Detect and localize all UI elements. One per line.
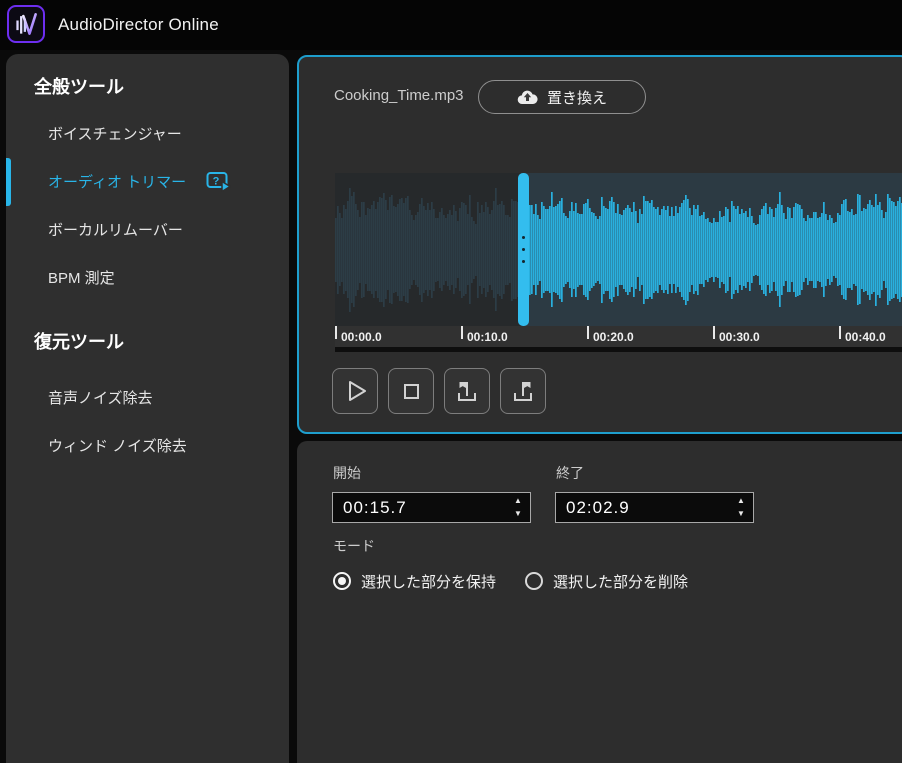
play-button[interactable] [332, 368, 378, 414]
sidebar-item-audio-trimmer[interactable]: オーディオ トリマー ? [6, 165, 289, 197]
ruler-tick [461, 326, 463, 339]
top-bar: AudioDirector Online [0, 0, 902, 50]
start-time-label: 開始 [333, 463, 361, 483]
end-time-field: ▲ ▼ [555, 492, 754, 523]
timeline-ruler: 00:00.0 00:10.0 00:20.0 00:30.0 00:40.0 [335, 326, 902, 347]
mark-in-icon [453, 377, 481, 405]
radio-selected-icon[interactable] [333, 572, 351, 590]
app-window: AudioDirector Online 全般ツール ボイスチェンジャー オーデ… [0, 0, 902, 763]
tutorial-video-icon[interactable]: ? [206, 171, 231, 192]
cloud-upload-icon [517, 89, 538, 105]
sidebar-item-voice-changer[interactable]: ボイスチェンジャー [6, 117, 289, 149]
spinner-down-icon[interactable]: ▼ [737, 510, 745, 518]
play-icon [341, 377, 369, 405]
start-time-input[interactable] [343, 493, 493, 522]
mode-option-delete[interactable]: 選択した部分を削除 [525, 570, 688, 592]
sidebar-item-vocal-remover[interactable]: ボーカルリムーバー [6, 213, 289, 245]
ruler-tick-label: 00:10.0 [467, 330, 508, 344]
mark-out-icon [509, 377, 537, 405]
mark-out-button[interactable] [500, 368, 546, 414]
file-name: Cooking_Time.mp3 [334, 87, 464, 104]
end-time-label: 終了 [556, 463, 584, 483]
trimmer-editor-panel: Cooking_Time.mp3 置き換え 00:00.000:10 [297, 55, 902, 434]
transport-controls [332, 368, 546, 414]
start-time-spinner: ▲ ▼ [510, 493, 526, 522]
app-logo-icon [7, 5, 45, 43]
ruler-tick [839, 326, 841, 339]
start-time-field: ▲ ▼ [332, 492, 531, 523]
trim-settings-panel: 開始 ▲ ▼ 終了 ▲ ▼ モード 選択した部分を保持 選択した部分を削除 [297, 441, 902, 763]
mode-option-keep[interactable]: 選択した部分を保持 [333, 570, 496, 592]
handle-grip-dot [522, 236, 525, 239]
sidebar-section-restore-tools: 復元ツール [6, 325, 289, 357]
handle-grip-dot [522, 260, 525, 263]
waveform-baseline [335, 347, 902, 352]
ruler-tick [335, 326, 337, 339]
radio-unselected-icon[interactable] [525, 572, 543, 590]
waveform-display[interactable] [335, 173, 902, 326]
trim-start-handle[interactable] [518, 173, 529, 326]
replace-file-button[interactable]: 置き換え [478, 80, 646, 114]
waveform-graph [335, 173, 902, 326]
ruler-tick-label: 00:40.0 [845, 330, 886, 344]
end-time-spinner: ▲ ▼ [733, 493, 749, 522]
spinner-up-icon[interactable]: ▲ [737, 497, 745, 505]
sidebar-section-general-tools: 全般ツール [6, 70, 289, 102]
sidebar-item-audio-denoise[interactable]: 音声ノイズ除去 [6, 381, 289, 413]
ruler-tick-label: 00:30.0 [719, 330, 760, 344]
waveform-widget: 00:00.0 00:10.0 00:20.0 00:30.0 00:40.0 [335, 173, 902, 352]
sidebar-item-wind-denoise[interactable]: ウィンド ノイズ除去 [6, 429, 289, 461]
svg-text:?: ? [213, 175, 220, 187]
end-time-input[interactable] [566, 493, 716, 522]
sidebar-item-bpm-measure[interactable]: BPM 測定 [6, 261, 289, 293]
sidebar: 全般ツール ボイスチェンジャー オーディオ トリマー ? ボーカルリムーバー B… [6, 54, 289, 763]
stop-icon [397, 377, 425, 405]
handle-grip-dot [522, 248, 525, 251]
ruler-tick-label: 00:00.0 [341, 330, 382, 344]
spinner-down-icon[interactable]: ▼ [514, 510, 522, 518]
ruler-tick [713, 326, 715, 339]
mode-label: モード [333, 536, 375, 556]
ruler-tick-label: 00:20.0 [593, 330, 634, 344]
stop-button[interactable] [388, 368, 434, 414]
mark-in-button[interactable] [444, 368, 490, 414]
ruler-tick [587, 326, 589, 339]
spinner-up-icon[interactable]: ▲ [514, 497, 522, 505]
app-title: AudioDirector Online [58, 0, 219, 50]
